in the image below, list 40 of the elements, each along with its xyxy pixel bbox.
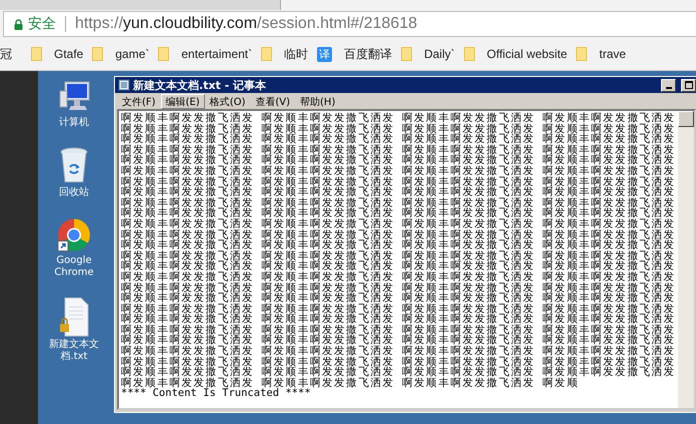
folder-icon: [92, 47, 104, 61]
translate-app-icon: 译: [317, 46, 332, 62]
bookmark-item[interactable]: trave: [576, 47, 626, 61]
menu-item[interactable]: 编辑(E): [160, 94, 205, 108]
menu-item[interactable]: 文件(F): [117, 94, 161, 108]
bookmark-item[interactable]: 冠: [0, 46, 12, 62]
scroll-up-button[interactable]: [678, 111, 694, 127]
bookmark-item[interactable]: Daily`: [401, 47, 455, 61]
folder-icon: [31, 47, 42, 61]
menu-item[interactable]: 格式(O): [204, 94, 250, 108]
folder-icon: [261, 47, 272, 61]
desktop-icon-label[interactable]: 新建文本文档.txt: [44, 339, 104, 363]
bookmark-item[interactable]: game`: [92, 47, 150, 61]
window-title: 新建文本文档.txt - 记事本: [133, 78, 266, 92]
minimize-button[interactable]: [661, 78, 676, 92]
maximize-button[interactable]: [681, 78, 696, 92]
browser-icon[interactable]: [56, 217, 92, 253]
menu-item[interactable]: 查看(V): [250, 94, 296, 108]
security-label: 安全: [28, 15, 56, 33]
desktop-icon-label[interactable]: 计算机: [44, 117, 104, 129]
url-text: https://yun.cloudbility.com/session.html#/218618: [75, 15, 418, 33]
bookmark-item[interactable]: Official website: [464, 47, 568, 61]
folder-icon: [158, 47, 170, 61]
bookmark-item[interactable]: Gtafe: [31, 47, 84, 61]
notepad-icon: [118, 79, 130, 91]
address-bar[interactable]: 安全 https://yun.cloudbility.com/session.html#/218618: [3, 11, 696, 37]
desktop-icon-label[interactable]: Google Chrome: [44, 255, 104, 279]
recycle-bin-icon[interactable]: [59, 147, 89, 185]
menu-item[interactable]: 帮助(H): [295, 94, 340, 108]
folder-icon: [401, 47, 412, 61]
maximize-icon: [684, 81, 692, 89]
bookmark-item[interactable]: 临时: [261, 46, 308, 62]
desktop-icon-label[interactable]: 回收站: [44, 187, 104, 199]
lock-icon: [14, 18, 23, 30]
folder-icon: [464, 47, 475, 61]
bookmark-item[interactable]: 译 百度翻译: [317, 46, 392, 62]
folder-icon: [576, 47, 588, 61]
bookmark-item[interactable]: entertaiment`: [158, 47, 252, 61]
scrollbar[interactable]: [678, 111, 694, 408]
text-file-icon[interactable]: [59, 297, 89, 337]
